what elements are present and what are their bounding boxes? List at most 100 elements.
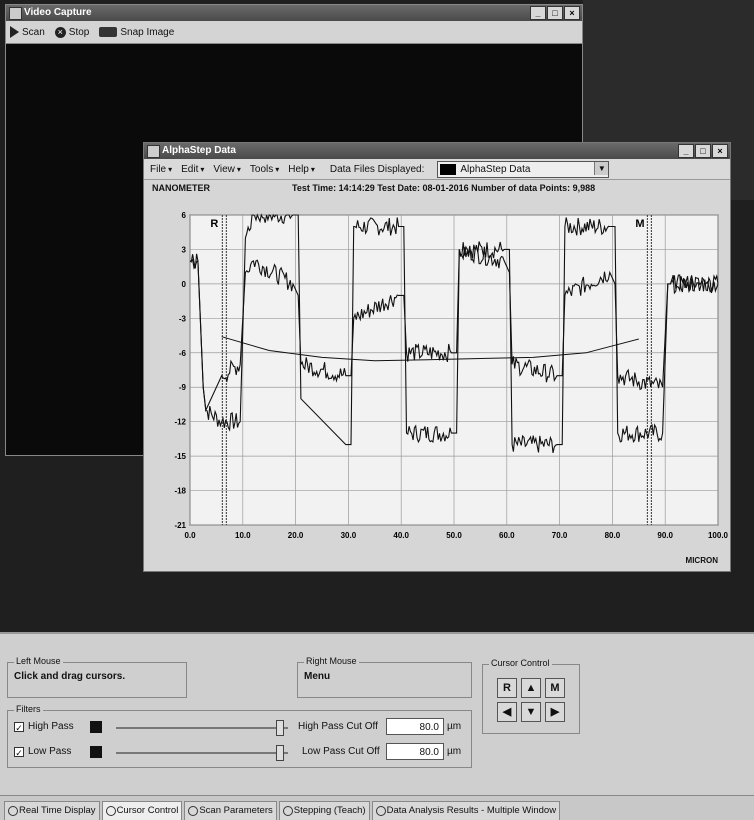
arrow-right-icon: ▶ bbox=[550, 706, 560, 718]
data-files-label: Data Files Displayed: bbox=[329, 163, 425, 175]
close-button[interactable]: × bbox=[564, 6, 580, 20]
menu-view[interactable]: View ▾ bbox=[213, 164, 241, 175]
left-mouse-title: Left Mouse bbox=[14, 656, 63, 666]
tab-stepping-teach[interactable]: Stepping (Teach) bbox=[278, 801, 370, 820]
data-files-select[interactable]: AlphaStep Data ▼ bbox=[437, 160, 610, 178]
y-tick-label: -3 bbox=[179, 314, 187, 323]
x-tick-label: 80.0 bbox=[605, 531, 621, 540]
data-files-value: AlphaStep Data bbox=[460, 163, 531, 175]
high-cutoff-unit: µm bbox=[447, 721, 462, 732]
y-tick-label: -6 bbox=[179, 349, 187, 358]
alphastep-titlebar[interactable]: AlphaStep Data _ □ × bbox=[144, 143, 730, 159]
data-file-color-swatch bbox=[440, 163, 457, 175]
left-mouse-text: Click and drag cursors. bbox=[14, 671, 126, 682]
control-panel: Left Mouse Click and drag cursors. Right… bbox=[0, 632, 754, 795]
chart-info-row: NANOMETER Test Time: 14:14:29 Test Date:… bbox=[144, 180, 730, 196]
scan-button[interactable]: Scan bbox=[10, 26, 45, 38]
tab-icon bbox=[8, 806, 18, 816]
y-tick-label: -18 bbox=[174, 487, 186, 496]
low-cutoff-unit: µm bbox=[447, 746, 462, 757]
y-tick-label: -21 bbox=[174, 521, 186, 530]
stop-button[interactable]: × Stop bbox=[54, 26, 89, 38]
play-icon bbox=[10, 26, 19, 38]
tab-icon bbox=[282, 806, 293, 816]
high-pass-label: High Pass bbox=[28, 721, 74, 732]
high-pass-slider-thumb[interactable] bbox=[276, 720, 285, 736]
right-mouse-group: Right Mouse Menu bbox=[297, 656, 472, 698]
x-tick-label: 10.0 bbox=[235, 531, 251, 540]
profile-chart[interactable]: 0.0 10.0 20.0 30.0 40.0 50.0 60.0 70.0 80.0 90.0 1… bbox=[144, 197, 730, 567]
close-button[interactable]: × bbox=[712, 144, 728, 158]
unit-label: NANOMETER bbox=[152, 183, 210, 193]
app-icon bbox=[147, 145, 160, 158]
minimize-button[interactable]: _ bbox=[530, 6, 546, 20]
cursor-control-group: Cursor Control R ▲ M ◀ ▼ ▶ bbox=[482, 658, 580, 734]
alphastep-menubar: File ▾ Edit ▾ View ▾ Tools ▾ Help ▾ Data File… bbox=[144, 159, 730, 180]
x-tick-label: 40.0 bbox=[393, 531, 409, 540]
video-capture-titlebar[interactable]: Video Capture _ □ × bbox=[6, 5, 582, 21]
arrow-right-button[interactable]: ▶ bbox=[545, 702, 565, 722]
high-pass-color-swatch[interactable] bbox=[90, 721, 102, 733]
filters-title: Filters bbox=[14, 704, 43, 714]
right-mouse-title: Right Mouse bbox=[304, 656, 359, 666]
low-pass-checkbox[interactable]: ✓ bbox=[14, 747, 24, 758]
stop-icon: × bbox=[54, 26, 66, 38]
low-pass-slider[interactable] bbox=[116, 752, 288, 754]
x-tick-label: 60.0 bbox=[499, 531, 515, 540]
tab-real-time-display[interactable]: Real Time Display bbox=[4, 801, 100, 820]
y-tick-label: -15 bbox=[174, 452, 186, 461]
video-capture-title: Video Capture bbox=[24, 7, 92, 18]
arrow-up-button[interactable]: ▲ bbox=[521, 678, 541, 698]
low-cutoff-input[interactable]: 80.0 bbox=[386, 743, 444, 760]
maximize-button[interactable]: □ bbox=[695, 144, 711, 158]
menu-edit[interactable]: Edit ▾ bbox=[181, 164, 204, 175]
arrow-up-icon: ▲ bbox=[525, 682, 537, 694]
snap-image-button[interactable]: Snap Image bbox=[99, 27, 174, 38]
tab-scan-parameters[interactable]: Scan Parameters bbox=[184, 801, 277, 820]
high-cutoff-label: High Pass Cut Off bbox=[298, 721, 378, 732]
low-pass-color-swatch[interactable] bbox=[90, 746, 102, 758]
tab-data-analysis-results[interactable]: Data Analysis Results - Multiple Window bbox=[371, 801, 561, 820]
cursor-m-button[interactable]: M bbox=[545, 678, 565, 698]
camera-icon bbox=[99, 27, 118, 37]
menu-help[interactable]: Help ▾ bbox=[288, 164, 315, 175]
x-axis-label: MICRON bbox=[685, 556, 718, 565]
high-pass-checkbox[interactable]: ✓ bbox=[14, 722, 24, 733]
arrow-down-button[interactable]: ▼ bbox=[521, 702, 541, 722]
x-tick-label: 90.0 bbox=[657, 531, 673, 540]
cursor-control-title: Cursor Control bbox=[489, 658, 552, 668]
menu-tools[interactable]: Tools ▾ bbox=[250, 164, 279, 175]
y-tick-label: 6 bbox=[182, 211, 187, 220]
cursor-label: R bbox=[210, 218, 218, 230]
x-tick-label: 20.0 bbox=[288, 531, 304, 540]
left-mouse-group: Left Mouse Click and drag cursors. bbox=[7, 656, 187, 698]
y-tick-label: 3 bbox=[182, 245, 187, 254]
arrow-down-icon: ▼ bbox=[525, 706, 537, 718]
x-tick-label: 50.0 bbox=[446, 531, 462, 540]
arrow-left-icon: ◀ bbox=[502, 706, 512, 718]
low-cutoff-label: Low Pass Cut Off bbox=[302, 746, 380, 757]
menu-file[interactable]: File ▾ bbox=[150, 164, 172, 175]
tab-icon bbox=[188, 806, 199, 816]
video-capture-toolbar: Scan × Stop Snap Image bbox=[6, 21, 582, 44]
minimize-button[interactable]: _ bbox=[678, 144, 694, 158]
app-icon bbox=[9, 7, 22, 20]
chevron-down-icon[interactable]: ▼ bbox=[594, 161, 609, 175]
maximize-button[interactable]: □ bbox=[547, 6, 563, 20]
y-tick-label: -9 bbox=[179, 383, 187, 392]
high-cutoff-input[interactable]: 80.0 bbox=[386, 718, 444, 735]
tab-bar: Real Time Display Cursor Control Scan Pa… bbox=[0, 795, 754, 820]
filters-group: Filters ✓ High Pass High Pass Cut Off 80… bbox=[7, 704, 472, 768]
cursor-label: M bbox=[635, 218, 644, 230]
x-tick-label: 100.0 bbox=[708, 531, 729, 540]
arrow-left-button[interactable]: ◀ bbox=[497, 702, 517, 722]
x-tick-label: 0.0 bbox=[184, 531, 196, 540]
alphastep-data-window: AlphaStep Data _ □ × File ▾ Edit ▾ View ▾ T… bbox=[143, 142, 731, 572]
low-pass-slider-thumb[interactable] bbox=[276, 745, 285, 761]
y-tick-label: 0 bbox=[182, 280, 187, 289]
high-pass-slider[interactable] bbox=[116, 727, 288, 729]
cursor-r-button[interactable]: R bbox=[497, 678, 517, 698]
tab-cursor-control[interactable]: Cursor Control bbox=[101, 801, 183, 820]
low-pass-label: Low Pass bbox=[28, 746, 72, 757]
right-mouse-text: Menu bbox=[304, 671, 331, 682]
